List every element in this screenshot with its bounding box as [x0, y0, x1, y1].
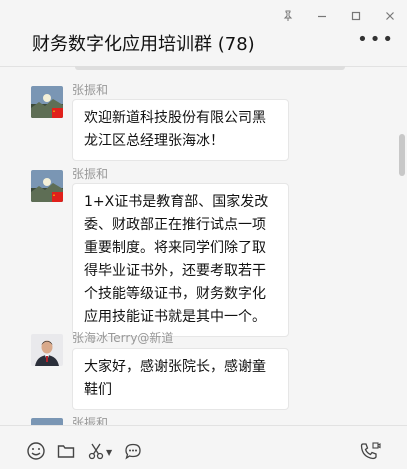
landscape-flag-avatar[interactable]	[31, 170, 63, 202]
pin-icon[interactable]	[271, 6, 305, 26]
landscape-flag-avatar[interactable]	[31, 86, 63, 118]
message-bubble[interactable]: 大家好，感谢张院长，感谢童鞋们	[72, 348, 289, 410]
emoji-icon[interactable]	[25, 440, 47, 462]
maximize-icon[interactable]	[339, 6, 373, 26]
folder-icon[interactable]	[55, 440, 77, 462]
scissors-icon[interactable]	[85, 440, 107, 462]
message-bubble[interactable]: 1+X证书是教育部、国家发改委、财政部正在推行试点一项重要制度。将来同学们除了取…	[72, 183, 289, 337]
sender-name: 张振和	[72, 167, 109, 181]
vertical-scrollbar[interactable]	[399, 134, 405, 176]
sender-name: 张振和	[72, 416, 109, 425]
message-list: 张振和 欢迎新道科技股份有限公司黑龙江区总经理张海冰！ 张振和 1+X证书是教育…	[0, 67, 395, 425]
minimize-icon[interactable]	[305, 6, 339, 26]
sender-name: 张海冰Terry@新道	[72, 331, 174, 345]
close-icon[interactable]	[373, 6, 407, 26]
chat-bubble-icon[interactable]	[122, 440, 144, 462]
landscape-flag-avatar[interactable]	[31, 418, 63, 425]
video-call-icon[interactable]	[359, 440, 381, 462]
group-title: 财务数字化应用培训群 (78)	[32, 34, 255, 55]
more-options-icon[interactable]: •••	[357, 31, 395, 49]
input-toolbar: ▼	[0, 425, 407, 469]
person-photo-avatar[interactable]	[31, 334, 63, 366]
sender-name: 张振和	[72, 83, 109, 97]
chevron-down-icon[interactable]: ▼	[106, 448, 112, 457]
chat-window: 财务数字化应用培训群 (78) ••• 张振和 欢迎新道科技股份有限公司黑龙江区…	[0, 0, 407, 469]
message-bubble[interactable]: 欢迎新道科技股份有限公司黑龙江区总经理张海冰！	[72, 99, 289, 161]
window-controls	[271, 6, 407, 26]
